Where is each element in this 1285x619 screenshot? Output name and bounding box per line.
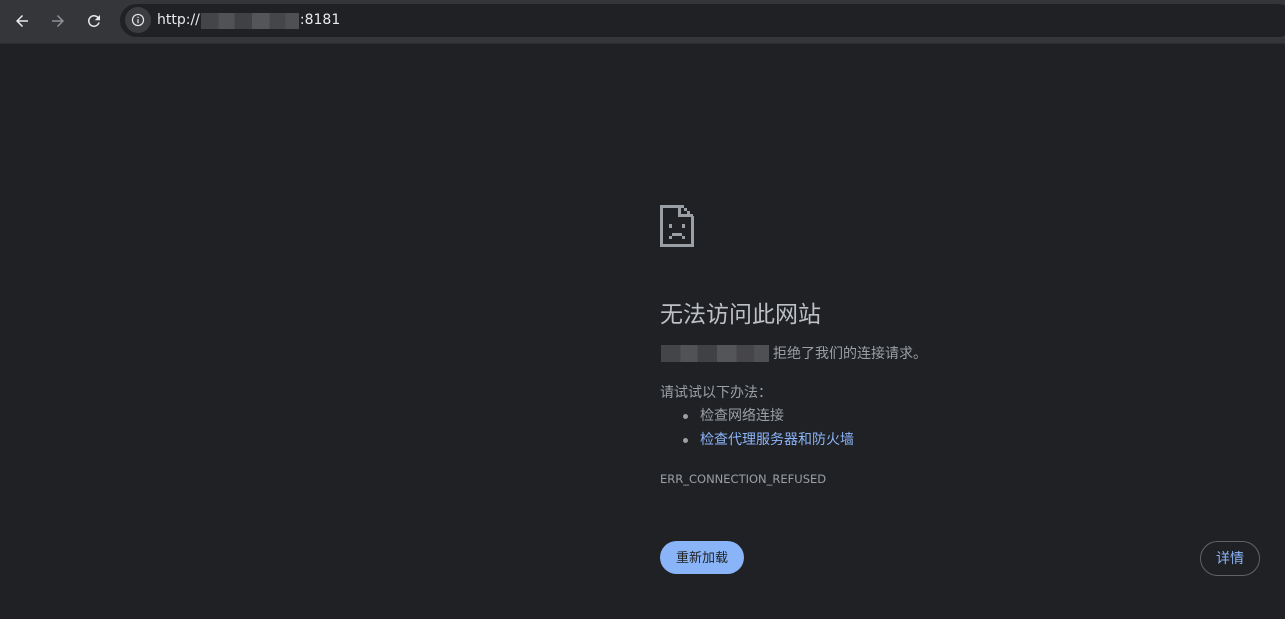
error-content: 无法访问此网站 拒绝了我们的连接请求。 请试试以下办法： 检查网络连接 检查代理… xyxy=(660,205,1220,486)
error-code: ERR_CONNECTION_REFUSED xyxy=(660,472,827,486)
address-bar[interactable]: http:// :8181 xyxy=(120,4,1285,37)
error-title: 无法访问此网站 xyxy=(660,302,821,328)
url-text[interactable]: http:// :8181 xyxy=(157,4,340,37)
refresh-icon xyxy=(87,14,100,27)
redacted-host xyxy=(200,12,299,29)
suggestion-list: 检查网络连接 检查代理服务器和防火墙 xyxy=(683,404,854,452)
forward-button[interactable] xyxy=(43,6,73,36)
arrow-right-icon xyxy=(52,15,64,27)
info-icon xyxy=(131,13,145,27)
back-button[interactable] xyxy=(7,6,37,36)
browser-toolbar: http:// :8181 xyxy=(0,0,1285,44)
sad-page-icon xyxy=(660,205,694,247)
error-description-text: 拒绝了我们的连接请求。 xyxy=(773,346,927,362)
details-button[interactable]: 详情 xyxy=(1200,541,1260,576)
reload-page-button[interactable] xyxy=(79,6,109,36)
arrow-left-icon xyxy=(16,15,28,27)
reload-button[interactable]: 重新加载 xyxy=(660,541,744,574)
suggestion-check-proxy-link[interactable]: 检查代理服务器和防火墙 xyxy=(683,428,854,452)
site-info-button[interactable] xyxy=(125,7,151,33)
url-scheme: http:// xyxy=(157,12,200,28)
redacted-host xyxy=(661,344,769,362)
error-description: 拒绝了我们的连接请求。 xyxy=(660,343,927,363)
try-heading: 请试试以下办法： xyxy=(660,385,772,401)
url-port: :8181 xyxy=(299,12,341,28)
suggestion-check-network: 检查网络连接 xyxy=(683,404,854,428)
